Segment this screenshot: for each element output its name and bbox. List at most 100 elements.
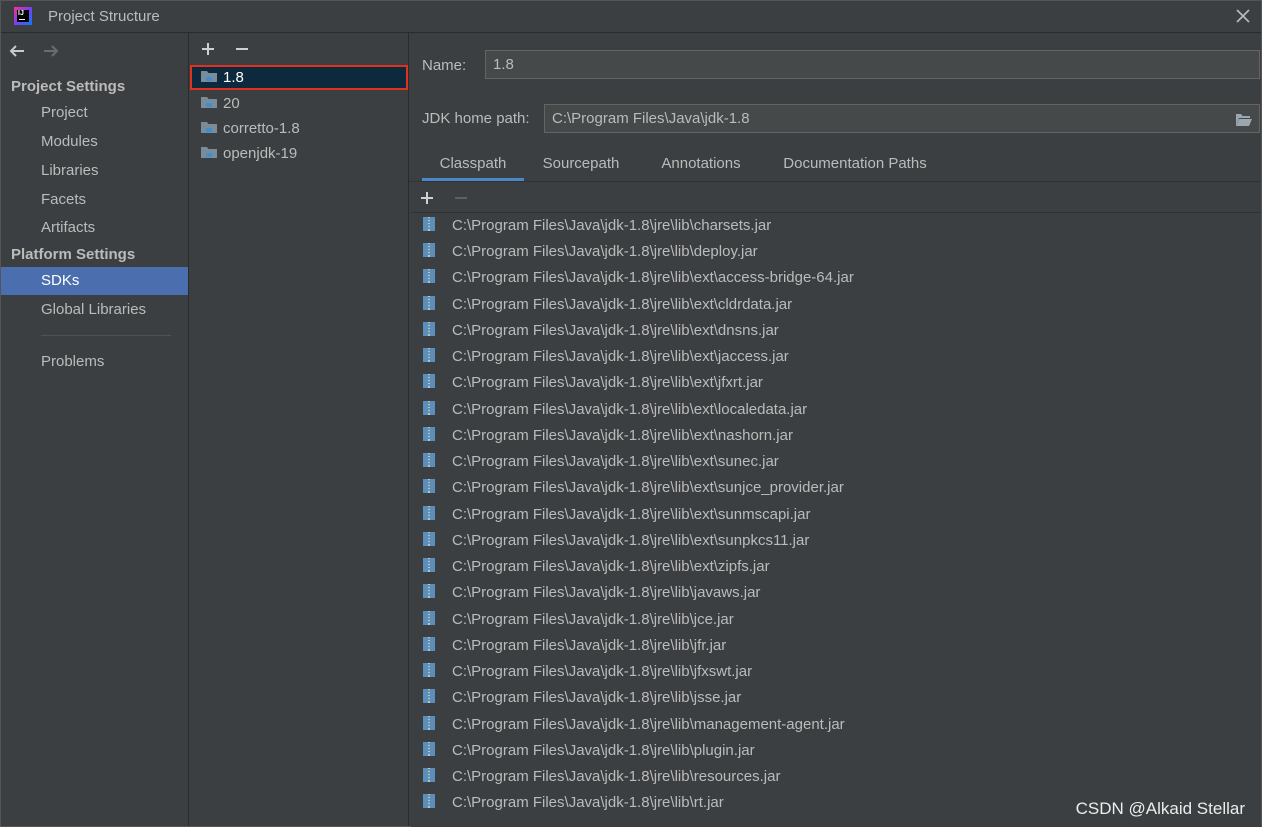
sdk-item-openjdk-19[interactable]: openjdk-19 xyxy=(190,141,408,166)
folder-open-icon[interactable] xyxy=(1235,110,1253,126)
minus-icon[interactable] xyxy=(234,39,250,59)
tab-documentation-paths[interactable]: Documentation Paths xyxy=(775,149,935,181)
plus-icon[interactable] xyxy=(419,188,435,208)
sdk-item-20[interactable]: 20 xyxy=(190,91,408,116)
tab-annotations[interactable]: Annotations xyxy=(653,149,749,181)
list-item[interactable]: C:\Program Files\Java\jdk-1.8\jre\lib\ex… xyxy=(411,554,1261,580)
sdk-label: 20 xyxy=(223,95,240,112)
sdk-details-panel: Name: 1.8 JDK home path: C:\Program File… xyxy=(409,33,1261,827)
jdk-home-path-label: JDK home path: xyxy=(422,110,530,127)
list-item[interactable]: C:\Program Files\Java\jdk-1.8\jre\lib\ex… xyxy=(411,423,1261,449)
classpath-entry: C:\Program Files\Java\jdk-1.8\jre\lib\ex… xyxy=(452,532,810,549)
settings-navigation: Project Settings Project Modules Librari… xyxy=(1,33,189,826)
list-item[interactable]: C:\Program Files\Java\jdk-1.8\jre\lib\ex… xyxy=(411,502,1261,528)
tab-classpath[interactable]: Classpath xyxy=(422,149,524,181)
list-item[interactable]: C:\Program Files\Java\jdk-1.8\jre\lib\jf… xyxy=(411,633,1261,659)
classpath-list: C:\Program Files\Java\jdk-1.8\jre\lib\ch… xyxy=(411,212,1261,827)
list-item[interactable]: C:\Program Files\Java\jdk-1.8\jre\lib\ex… xyxy=(411,318,1261,344)
divider xyxy=(41,335,171,336)
list-item[interactable]: C:\Program Files\Java\jdk-1.8\jre\lib\jc… xyxy=(411,607,1261,633)
classpath-entry: C:\Program Files\Java\jdk-1.8\jre\lib\rt… xyxy=(452,794,724,811)
jdk-home-path-field[interactable]: C:\Program Files\Java\jdk-1.8 xyxy=(544,104,1260,133)
list-item[interactable]: C:\Program Files\Java\jdk-1.8\jre\lib\jf… xyxy=(411,659,1261,685)
jar-archive-icon xyxy=(421,477,437,493)
nav-item-facets[interactable]: Facets xyxy=(1,186,188,214)
sdk-item-corretto-1-8[interactable]: corretto-1.8 xyxy=(190,116,408,141)
jar-archive-icon xyxy=(421,530,437,546)
list-item[interactable]: C:\Program Files\Java\jdk-1.8\jre\lib\ja… xyxy=(411,580,1261,606)
classpath-entry: C:\Program Files\Java\jdk-1.8\jre\lib\ex… xyxy=(452,506,811,523)
list-item[interactable]: C:\Program Files\Java\jdk-1.8\jre\lib\ex… xyxy=(411,528,1261,554)
classpath-entry: C:\Program Files\Java\jdk-1.8\jre\lib\ex… xyxy=(452,427,793,444)
classpath-entry: C:\Program Files\Java\jdk-1.8\jre\lib\ch… xyxy=(452,217,772,234)
jdk-folder-icon xyxy=(200,143,218,159)
nav-history xyxy=(7,41,71,61)
nav-item-global-libraries[interactable]: Global Libraries xyxy=(1,296,188,324)
list-item[interactable]: C:\Program Files\Java\jdk-1.8\jre\lib\ex… xyxy=(411,265,1261,291)
classpath-entry: C:\Program Files\Java\jdk-1.8\jre\lib\js… xyxy=(452,689,742,706)
classpath-entry: C:\Program Files\Java\jdk-1.8\jre\lib\ex… xyxy=(452,558,770,575)
list-item[interactable]: C:\Program Files\Java\jdk-1.8\jre\lib\ex… xyxy=(411,397,1261,423)
list-item[interactable]: C:\Program Files\Java\jdk-1.8\jre\lib\ex… xyxy=(411,344,1261,370)
sdk-toolbar xyxy=(200,39,264,59)
nav-item-sdks[interactable]: SDKs xyxy=(1,267,188,295)
list-item[interactable]: C:\Program Files\Java\jdk-1.8\jre\lib\js… xyxy=(411,685,1261,711)
list-item[interactable]: C:\Program Files\Java\jdk-1.8\jre\lib\ma… xyxy=(411,712,1261,738)
jar-archive-icon xyxy=(421,740,437,756)
jar-archive-icon xyxy=(421,215,437,231)
jar-archive-icon xyxy=(421,714,437,730)
classpath-entry: C:\Program Files\Java\jdk-1.8\jre\lib\jf… xyxy=(452,637,727,654)
classpath-entry: C:\Program Files\Java\jdk-1.8\jre\lib\ex… xyxy=(452,374,763,391)
classpath-entry: C:\Program Files\Java\jdk-1.8\jre\lib\jc… xyxy=(452,611,734,628)
jar-archive-icon xyxy=(421,372,437,388)
classpath-entry: C:\Program Files\Java\jdk-1.8\jre\lib\ex… xyxy=(452,348,789,365)
classpath-entry: C:\Program Files\Java\jdk-1.8\jre\lib\jf… xyxy=(452,663,753,680)
plus-icon[interactable] xyxy=(200,39,216,59)
classpath-entry: C:\Program Files\Java\jdk-1.8\jre\lib\pl… xyxy=(452,742,755,759)
list-item[interactable]: C:\Program Files\Java\jdk-1.8\jre\lib\ch… xyxy=(411,213,1261,239)
list-item[interactable]: C:\Program Files\Java\jdk-1.8\jre\lib\ex… xyxy=(411,449,1261,475)
jdk-folder-icon xyxy=(200,67,218,83)
list-item[interactable]: C:\Program Files\Java\jdk-1.8\jre\lib\ex… xyxy=(411,370,1261,396)
tab-sourcepath[interactable]: Sourcepath xyxy=(536,149,626,181)
close-icon[interactable] xyxy=(1232,5,1254,27)
classpath-entry: C:\Program Files\Java\jdk-1.8\jre\lib\ma… xyxy=(452,716,845,733)
jar-archive-icon xyxy=(421,451,437,467)
jar-archive-icon xyxy=(421,267,437,283)
classpath-entry: C:\Program Files\Java\jdk-1.8\jre\lib\ex… xyxy=(452,453,779,470)
jar-archive-icon xyxy=(421,399,437,415)
sdk-label: 1.8 xyxy=(223,69,244,86)
jar-archive-icon xyxy=(421,582,437,598)
nav-item-problems[interactable]: Problems xyxy=(1,348,188,376)
window-title: Project Structure xyxy=(48,8,160,25)
arrow-left-icon[interactable] xyxy=(7,41,27,61)
arrow-right-icon[interactable] xyxy=(41,41,61,61)
nav-item-artifacts[interactable]: Artifacts xyxy=(1,214,188,242)
jar-archive-icon xyxy=(421,687,437,703)
classpath-entry: C:\Program Files\Java\jdk-1.8\jre\lib\ex… xyxy=(452,269,854,286)
classpath-entry: C:\Program Files\Java\jdk-1.8\jre\lib\re… xyxy=(452,768,781,785)
nav-item-modules[interactable]: Modules xyxy=(1,128,188,156)
nav-item-libraries[interactable]: Libraries xyxy=(1,157,188,185)
classpath-entry: C:\Program Files\Java\jdk-1.8\jre\lib\ja… xyxy=(452,584,761,601)
list-item[interactable]: C:\Program Files\Java\jdk-1.8\jre\lib\ex… xyxy=(411,292,1261,318)
project-settings-heading: Project Settings xyxy=(11,78,126,95)
jdk-home-path-value: C:\Program Files\Java\jdk-1.8 xyxy=(552,110,750,127)
sdk-item-1-8[interactable]: 1.8 xyxy=(190,65,408,90)
jar-archive-icon xyxy=(421,320,437,336)
list-item[interactable]: C:\Program Files\Java\jdk-1.8\jre\lib\ex… xyxy=(411,475,1261,501)
list-item[interactable]: C:\Program Files\Java\jdk-1.8\jre\lib\re… xyxy=(411,764,1261,790)
watermark: CSDN @Alkaid Stellar xyxy=(1075,799,1245,818)
list-item[interactable]: C:\Program Files\Java\jdk-1.8\jre\lib\de… xyxy=(411,239,1261,265)
jdk-folder-icon xyxy=(200,93,218,109)
jar-archive-icon xyxy=(421,635,437,651)
classpath-entry: C:\Program Files\Java\jdk-1.8\jre\lib\de… xyxy=(452,243,758,260)
jar-archive-icon xyxy=(421,661,437,677)
list-item[interactable]: C:\Program Files\Java\jdk-1.8\jre\lib\pl… xyxy=(411,738,1261,764)
classpath-entry: C:\Program Files\Java\jdk-1.8\jre\lib\ex… xyxy=(452,401,808,418)
nav-item-project[interactable]: Project xyxy=(1,99,188,127)
minus-icon xyxy=(453,188,469,208)
classpath-entry: C:\Program Files\Java\jdk-1.8\jre\lib\ex… xyxy=(452,296,793,313)
classpath-toolbar xyxy=(419,188,483,208)
name-field[interactable]: 1.8 xyxy=(485,50,1260,79)
